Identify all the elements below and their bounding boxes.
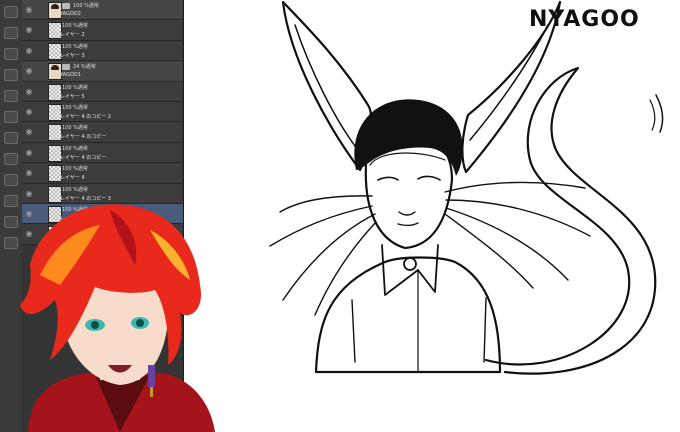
layer-name: レイヤー 4 — [60, 175, 85, 182]
eye-icon[interactable]: ◉ — [24, 107, 34, 117]
layer-row[interactable]: ◉ 100 %通常レイヤー 4 のコピー 2 — [22, 101, 183, 123]
tool-button-5[interactable] — [4, 90, 18, 102]
layer-name: YAGOO2 — [60, 11, 81, 17]
layer-opacity-mode: 100 %通常 — [62, 104, 88, 111]
eye-icon[interactable]: ◉ — [24, 46, 34, 56]
layer-opacity-mode: 100 %通常 — [62, 84, 88, 91]
eye-icon[interactable]: ◉ — [24, 87, 34, 97]
layer-name: レイヤー 3 — [60, 52, 85, 59]
layer-opacity-mode: 100 %通常 — [62, 145, 88, 152]
eye-icon[interactable]: ◉ — [24, 5, 34, 15]
shirt — [314, 256, 502, 374]
layer-row[interactable]: ◉ 100 %通常 レイヤー 5 — [22, 81, 183, 102]
eye-icon[interactable]: ◉ — [24, 127, 34, 137]
layer-opacity-mode: 100 %通常 — [62, 23, 88, 30]
layer-row[interactable]: ◉ 100 %通常 レイヤー 3 — [22, 40, 183, 62]
eye-icon[interactable]: ◉ — [24, 168, 34, 178]
tool-button-3[interactable] — [4, 48, 18, 60]
tool-button-4[interactable] — [4, 69, 18, 81]
layer-opacity-mode: 24 %通常 — [73, 64, 96, 71]
layer-row[interactable]: ◉ 100 %通常 レイヤー 2 — [22, 20, 183, 41]
folder-icon — [62, 3, 70, 9]
drawing-canvas[interactable]: NYAGOO — [184, 0, 680, 432]
tool-button-7[interactable] — [4, 132, 18, 144]
layer-opacity-mode: 100 %通常 — [62, 186, 88, 193]
folder-icon — [62, 64, 70, 71]
tool-button-8[interactable] — [4, 153, 18, 165]
layer-folder-row[interactable]: ◉ 24 %通常 YAGOO1 — [22, 61, 183, 82]
eye-icon[interactable]: ◉ — [24, 66, 34, 76]
layer-row[interactable]: ◉ 100 %通常レイヤー 4 のコピー — [22, 142, 183, 164]
sketch-illustration — [269, 0, 664, 375]
tool-button-1[interactable] — [4, 6, 18, 18]
face — [364, 143, 454, 250]
layer-opacity-mode: 100 %通常 — [62, 125, 88, 132]
layer-opacity-mode: 100 %通常 — [73, 3, 99, 9]
vtuber-avatar-overlay — [20, 204, 215, 432]
layer-row[interactable]: ◉ 100 %通常 レイヤー 4 — [22, 163, 183, 184]
layer-name: レイヤー 4 のコピー — [60, 134, 107, 141]
whiskers — [269, 181, 591, 316]
layer-opacity-mode: 100 %通常 — [62, 166, 88, 173]
eye-icon[interactable]: ◉ — [24, 25, 34, 35]
layer-opacity-mode: 100 %通常 — [62, 43, 88, 50]
tool-button-9[interactable] — [4, 174, 18, 186]
tool-button-2[interactable] — [4, 27, 18, 39]
layer-row[interactable]: ◉ 100 %通常レイヤー 4 のコピー — [22, 122, 183, 143]
layer-folder-row[interactable]: ◉ 100 %通常 YAGOO2 — [22, 0, 183, 21]
layer-name: YAGOO1 — [60, 72, 81, 79]
layer-name: レイヤー 2 — [60, 32, 85, 39]
layer-name: レイヤー 4 のコピー 2 — [60, 113, 111, 120]
layer-name: レイヤー 5 — [60, 93, 85, 100]
tool-button-6[interactable] — [4, 111, 18, 123]
canvas-title-text: NYAGOO — [529, 7, 640, 32]
eye-icon[interactable]: ◉ — [24, 148, 34, 158]
layer-name: レイヤー 4 のコピー — [60, 154, 107, 161]
